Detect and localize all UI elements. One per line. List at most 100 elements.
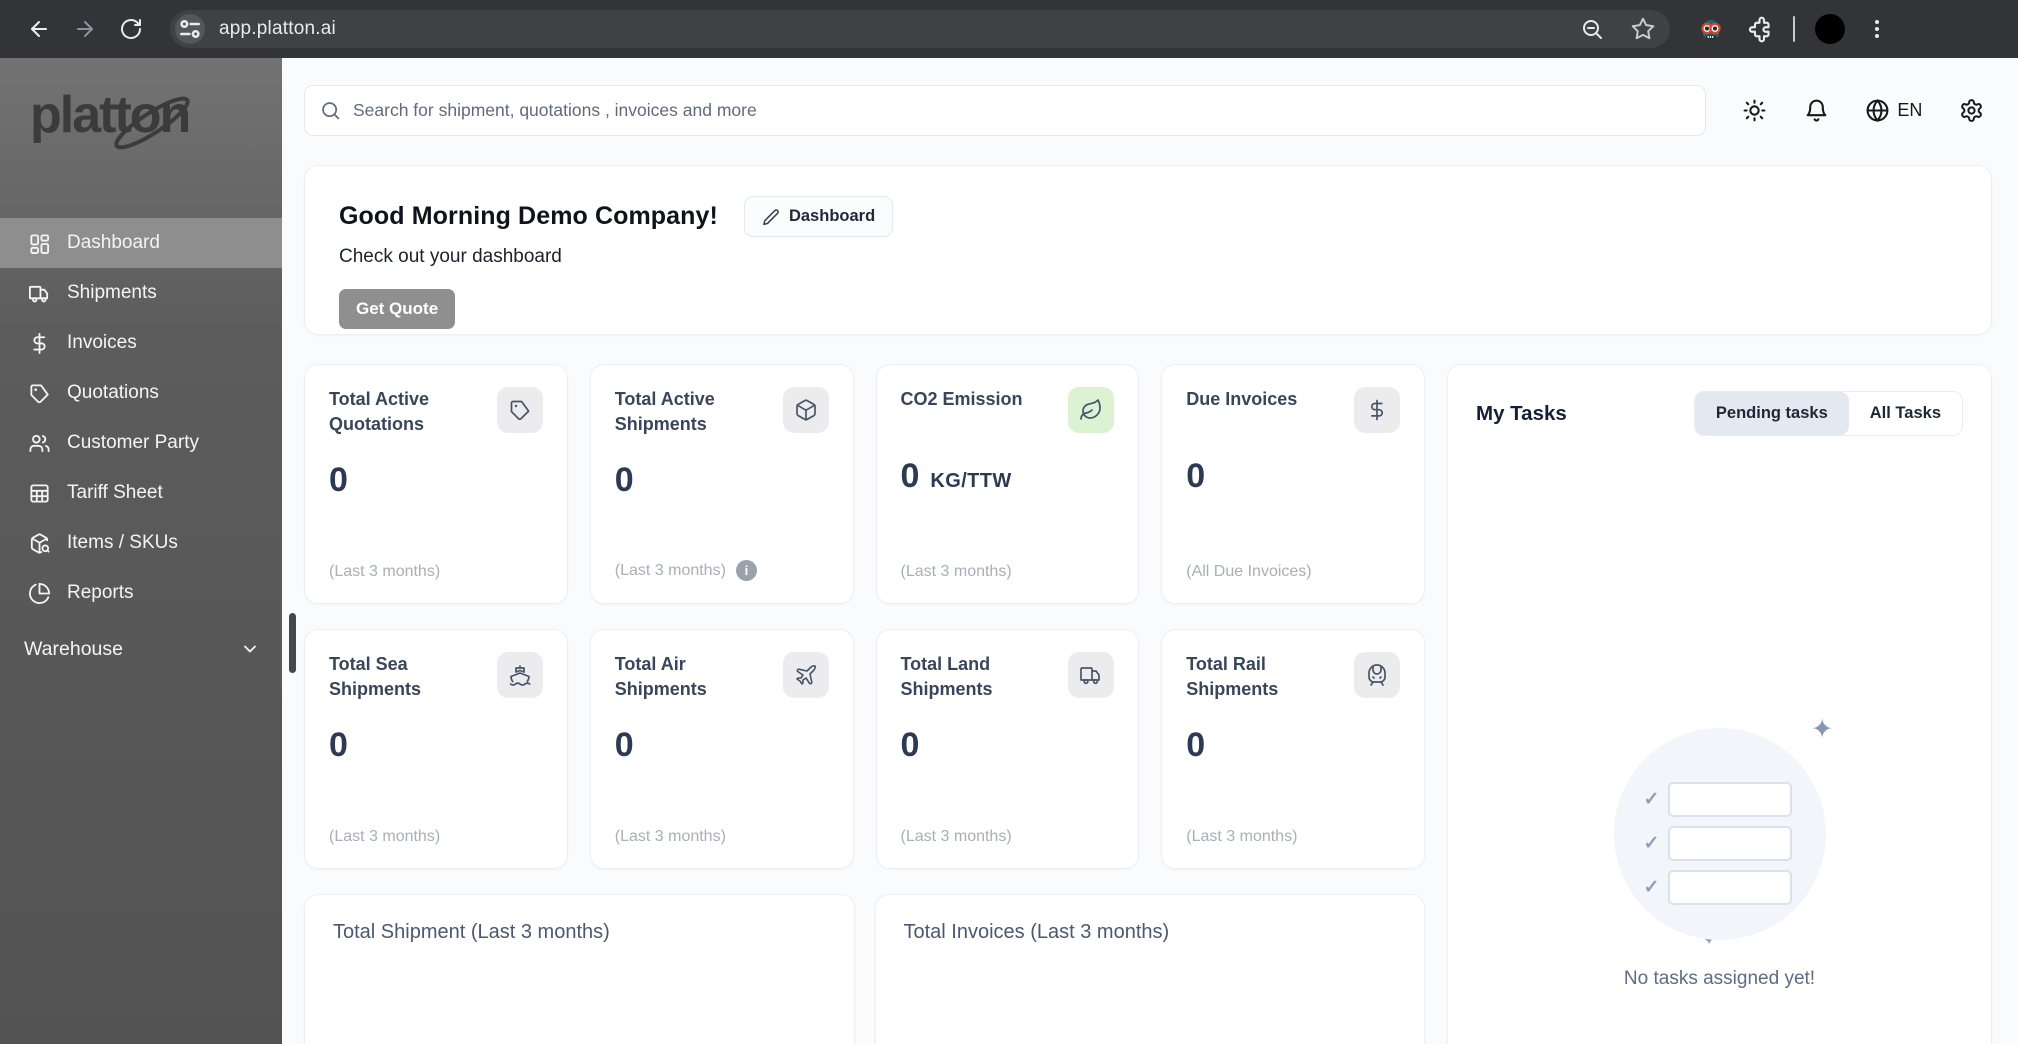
stat-period: (Last 3 months) <box>900 563 1012 580</box>
bell-icon <box>1804 98 1829 123</box>
bookmark-star-icon[interactable] <box>1630 16 1656 42</box>
extensions-puzzle-icon[interactable] <box>1746 16 1773 43</box>
sidebar-item-label: Dashboard <box>67 232 160 253</box>
top-header: EN <box>304 85 1992 136</box>
stat-value: 0 <box>329 461 348 500</box>
theme-toggle-button[interactable] <box>1742 98 1767 123</box>
sidebar-item-quotations[interactable]: Quotations <box>0 368 282 418</box>
browser-actions <box>1696 14 1889 44</box>
tab-all-tasks[interactable]: All Tasks <box>1848 392 1962 435</box>
stat-card-land-shipments: Total Land Shipments 0 (Last 3 months) <box>875 629 1140 869</box>
settings-button[interactable] <box>1959 98 1984 123</box>
users-icon <box>28 432 51 455</box>
pie-chart-icon <box>28 582 51 605</box>
stat-card-active-shipments: Total Active Shipments 0 (Last 3 months)… <box>589 364 854 604</box>
sidebar-item-warehouse[interactable]: Warehouse <box>0 624 282 674</box>
my-tasks-panel: My Tasks Pending tasks All Tasks ✦ ✦ <box>1447 364 1992 1044</box>
stat-value: 0 <box>614 726 634 765</box>
package-icon <box>782 387 829 433</box>
globe-icon <box>1865 98 1890 123</box>
sidebar-item-invoices[interactable]: Invoices <box>0 318 282 368</box>
my-tasks-title: My Tasks <box>1476 401 1567 425</box>
url-text[interactable]: app.platton.ai <box>219 18 1580 40</box>
dashboard-grid-icon <box>28 232 51 255</box>
charts-row: Total Shipment (Last 3 months) Total Inv… <box>304 894 1425 1044</box>
sidebar-item-reports[interactable]: Reports <box>0 568 282 618</box>
site-settings-icon[interactable] <box>175 14 205 44</box>
sidebar-nav: Dashboard Shipments Invoices Quotations … <box>0 218 282 618</box>
sidebar-item-shipments[interactable]: Shipments <box>0 268 282 318</box>
toolbar-separator <box>1793 16 1795 42</box>
plane-icon <box>782 652 829 698</box>
get-quote-button[interactable]: Get Quote <box>339 289 456 329</box>
greeting-subtitle: Check out your dashboard <box>339 246 562 267</box>
edit-dashboard-label: Dashboard <box>788 207 876 225</box>
address-bar[interactable]: app.platton.ai <box>170 10 1670 48</box>
sidebar-item-tariff-sheet[interactable]: Tariff Sheet <box>0 468 282 518</box>
stat-period: (Last 3 months) <box>900 828 1012 845</box>
search-input[interactable] <box>304 85 1706 136</box>
truck-icon <box>28 282 51 305</box>
edit-dashboard-button[interactable]: Dashboard <box>743 196 894 237</box>
tag-icon <box>496 387 543 433</box>
leaf-icon <box>1068 387 1115 433</box>
shipment-chart-card: Total Shipment (Last 3 months) <box>304 894 855 1044</box>
stat-value: 0 <box>614 461 634 500</box>
sidebar-item-label: Quotations <box>67 382 159 403</box>
stats-row-2: Total Sea Shipments 0 (Last 3 months) To… <box>304 629 1425 869</box>
stat-value: 0 <box>329 726 348 765</box>
browser-reload-button[interactable] <box>110 8 152 50</box>
no-tasks-message: No tasks assigned yet! <box>1623 968 1816 989</box>
package-search-icon <box>28 532 51 555</box>
sidebar: platt o n Dashboard Shipments Invoices Quo… <box>0 58 282 1044</box>
sidebar-item-dashboard[interactable]: Dashboard <box>0 218 282 268</box>
warehouse-label: Warehouse <box>24 637 123 660</box>
sidebar-item-label: Tariff Sheet <box>67 482 163 503</box>
browser-forward-button[interactable] <box>64 8 106 50</box>
truck-icon <box>1068 652 1115 698</box>
ship-icon <box>496 652 543 698</box>
page: app.platton.ai platt o n Dashboard Shipm… <box>0 0 2018 1044</box>
tab-pending-tasks[interactable]: Pending tasks <box>1694 392 1849 435</box>
language-selector[interactable]: EN <box>1865 98 1922 123</box>
stat-title: Total Rail Shipments <box>1186 654 1279 700</box>
shipment-chart-title: Total Shipment (Last 3 months) <box>333 921 610 943</box>
table-grid-icon <box>28 482 51 505</box>
stat-period: (Last 3 months) <box>329 828 441 845</box>
app-logo: platt o n <box>30 74 282 156</box>
chevron-down-icon <box>240 639 260 659</box>
stats-row-1: Total Active Quotations 0 (Last 3 months… <box>304 364 1425 604</box>
stat-title: Total Sea Shipments <box>329 654 422 700</box>
greeting-card: Good Morning Demo Company! Dashboard Che… <box>304 165 1992 335</box>
kebab-menu-icon[interactable] <box>1865 17 1889 41</box>
scrollbar-thumb[interactable] <box>289 613 296 673</box>
stat-period: (Last 3 months) <box>614 561 726 579</box>
stat-title: CO2 Emission <box>900 389 1023 409</box>
stat-value: 0 <box>900 457 920 495</box>
stat-period: (Last 3 months) <box>1186 828 1298 845</box>
stat-title: Total Active Shipments <box>614 389 715 435</box>
sidebar-item-items-skus[interactable]: Items / SKUs <box>0 518 282 568</box>
tag-icon <box>28 382 51 405</box>
sidebar-item-customer-party[interactable]: Customer Party <box>0 418 282 468</box>
sun-icon <box>1742 98 1767 123</box>
profile-avatar[interactable] <box>1815 14 1845 44</box>
sparkle-icon: ✦ <box>1810 714 1834 744</box>
notifications-button[interactable] <box>1804 98 1829 123</box>
stat-card-air-shipments: Total Air Shipments 0 (Last 3 months) <box>589 629 854 869</box>
sidebar-item-label: Invoices <box>67 332 137 353</box>
info-icon[interactable]: i <box>735 560 757 581</box>
stat-period: (Last 3 months) <box>614 828 726 845</box>
zoom-level-icon[interactable] <box>1580 17 1604 41</box>
check-icon: ✓ <box>1643 789 1660 810</box>
stat-card-rail-shipments: Total Rail Shipments 0 (Last 3 months) <box>1161 629 1425 869</box>
stat-value: 0 <box>1186 457 1206 495</box>
sidebar-item-label: Customer Party <box>67 432 199 453</box>
stat-card-co2-emission: CO2 Emission 0 KG/TTW (Last 3 months) <box>875 364 1140 604</box>
stat-value: 0 <box>900 726 920 765</box>
stat-period: (All Due Invoices) <box>1186 563 1312 580</box>
extension-mascot-icon[interactable] <box>1696 14 1726 44</box>
illustration-task-row: ✓ <box>1644 826 1793 861</box>
dollar-icon <box>1354 387 1400 433</box>
browser-back-button[interactable] <box>18 8 60 50</box>
